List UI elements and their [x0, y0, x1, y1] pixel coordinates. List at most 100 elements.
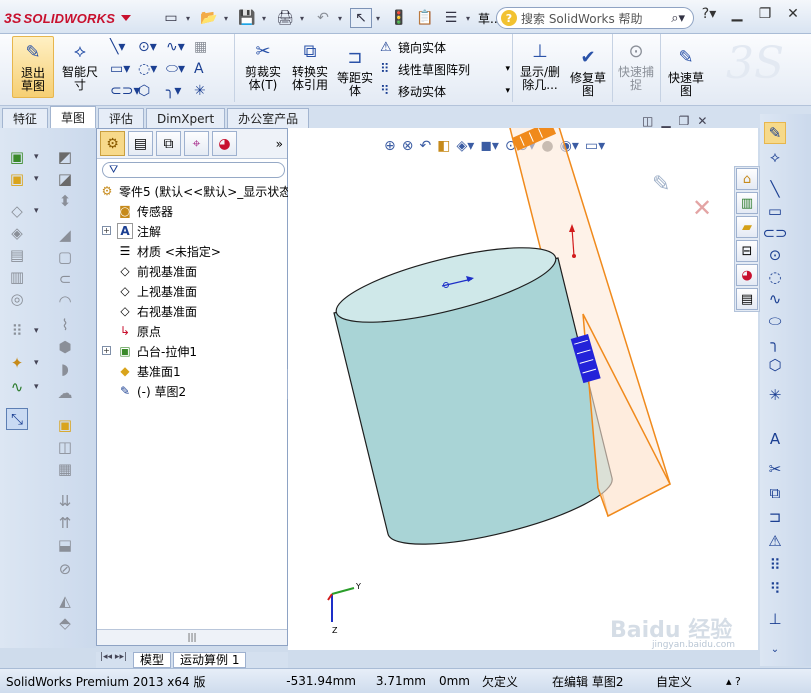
fillet-icon[interactable]: ╮	[764, 332, 786, 354]
expand-toggle-icon[interactable]: +	[102, 346, 111, 355]
print-icon[interactable]: 🖨	[274, 8, 296, 28]
search-icon[interactable]: ⌕▾	[671, 11, 685, 26]
point-icon[interactable]: ✳	[192, 80, 220, 102]
smart-dimension-icon[interactable]: ⟡	[764, 146, 786, 168]
tab-office-products[interactable]: 办公室产品	[227, 108, 310, 128]
wrap-icon[interactable]: ⊂	[54, 268, 76, 290]
tab-sketch[interactable]: 草图	[50, 106, 97, 128]
spline-icon[interactable]: ∿	[764, 288, 786, 310]
smart-dimension-button[interactable]: ⟡ 智能尺寸	[58, 38, 102, 92]
boundary-boss-icon[interactable]: ▤	[6, 244, 28, 266]
deform-icon[interactable]: ⬢	[54, 336, 76, 358]
open-folder-icon[interactable]: 📂	[198, 8, 220, 28]
chevron-down-icon[interactable]: ▾	[505, 64, 510, 74]
file-explorer-icon[interactable]: ▰	[736, 216, 758, 238]
chevron-down-icon[interactable]: ▾	[338, 14, 346, 23]
chevron-down-icon[interactable]: ▾	[505, 86, 510, 96]
intersect-icon[interactable]: ▦	[54, 458, 76, 480]
move-icon[interactable]: ⠻	[764, 578, 786, 600]
minimize-viewport-icon[interactable]: ▁	[661, 114, 670, 128]
tab-motion-study[interactable]: 运动算例 1	[173, 652, 247, 668]
relations-icon[interactable]: ⊥	[764, 608, 786, 630]
expand-panel-icon[interactable]: »	[276, 137, 283, 151]
undo-icon[interactable]: ↶	[312, 8, 334, 28]
replace-face-icon[interactable]: ⬓	[54, 534, 76, 556]
circle-icon[interactable]: ⊙▾	[136, 36, 164, 58]
tab-evaluate[interactable]: 评估	[98, 108, 145, 128]
mold-tools-icon[interactable]: ◭	[54, 590, 76, 612]
expand-toggle-icon[interactable]: +	[102, 226, 111, 235]
trim-icon[interactable]: ✂	[764, 458, 786, 480]
no-entry-icon[interactable]: ⊘	[54, 558, 76, 580]
polygon-icon[interactable]: ⬡	[764, 354, 786, 376]
split-icon[interactable]: ▣	[54, 414, 76, 436]
appearances-icon[interactable]: ◕	[736, 264, 758, 286]
freeform-icon[interactable]: ☁	[54, 382, 76, 404]
ellipse-icon[interactable]: ⬭	[764, 310, 786, 332]
tab-features[interactable]: 特征	[2, 108, 49, 128]
polygon-icon[interactable]: ⬡	[136, 80, 164, 102]
combine-icon[interactable]: ◫	[54, 436, 76, 458]
instant3d-icon[interactable]: ⤡	[6, 408, 28, 430]
shell-icon[interactable]: ▢	[54, 246, 76, 268]
tab-scroll-arrows[interactable]: |◂◂ ▸▸|	[96, 652, 131, 668]
rib-icon[interactable]: ⬍	[54, 190, 76, 212]
text-icon[interactable]: A	[764, 428, 786, 450]
chevron-down-icon[interactable]: ▾	[224, 14, 232, 23]
display-delete-relations-button[interactable]: ⊥ 显示/删除几...	[516, 38, 564, 92]
point-icon[interactable]: ✳	[764, 384, 786, 406]
quick-snaps-button[interactable]: ⊙ 快速捕捉	[614, 38, 658, 92]
tree-item-sketch2[interactable]: ✎ (-) 草图2	[117, 381, 186, 401]
rapid-sketch-button[interactable]: ✎ 快速草图	[664, 44, 708, 98]
offset-entities-button[interactable]: ⊐ 等距实体	[336, 44, 374, 98]
new-document-icon[interactable]: ▭	[160, 8, 182, 28]
move-face-icon[interactable]: ⇊	[54, 490, 76, 512]
select-pointer-icon[interactable]: ↖	[350, 8, 372, 28]
property-manager-tab-icon[interactable]: ▤	[128, 131, 153, 156]
tab-dimxpert[interactable]: DimXpert	[146, 108, 226, 128]
tree-filter-input[interactable]: ⛛	[102, 162, 285, 178]
tree-root-part[interactable]: ⚙ 零件5 (默认<<默认>_显示状态	[99, 181, 292, 201]
circle-icon[interactable]: ⊙	[764, 244, 786, 266]
close-icon[interactable]: ✕	[784, 6, 802, 22]
hole-wizard-icon[interactable]: ◎	[6, 288, 28, 310]
draft-icon[interactable]: ◢	[54, 224, 76, 246]
line-icon[interactable]: ╲	[764, 178, 786, 200]
lofted-boss-icon[interactable]: ◈	[6, 222, 28, 244]
tree-item-sensors[interactable]: ◙ 传感器	[117, 201, 173, 221]
tree-item-front-plane[interactable]: ◇ 前视基准面	[117, 261, 197, 281]
save-icon[interactable]: 💾	[236, 8, 258, 28]
slot-icon[interactable]: ⊂⊃▾	[108, 80, 141, 102]
horizontal-scrollbar[interactable]: |||	[97, 629, 287, 645]
grid-icon[interactable]: ▦	[192, 36, 220, 58]
weldment-icon[interactable]: ⬘	[54, 612, 76, 634]
graphics-area[interactable]: ◫ ▁ ❐ ✕ ⊕ ⊗ ↶ ◧ ◈▾ ◼▾ ⊙⊙▾ ● ◉▾ ▭▾ ✎ ✕	[288, 114, 758, 650]
options-icon[interactable]: ☰	[440, 8, 462, 28]
tile-horizontal-icon[interactable]: ◫	[642, 114, 653, 128]
sketch-icon[interactable]: ✎	[764, 122, 786, 144]
linear-pattern-icon[interactable]: ⠿	[764, 554, 786, 576]
status-units[interactable]: 自定义	[650, 673, 720, 690]
mirror-entities-button[interactable]: ⚠ 镜向实体	[380, 36, 510, 58]
convert-icon[interactable]: ⧉	[764, 482, 786, 504]
fillet-icon[interactable]: ╮▾	[164, 80, 192, 102]
reference-geometry-icon[interactable]: ✦	[6, 352, 39, 374]
spline-icon[interactable]: ∿▾	[164, 36, 192, 58]
chevron-down-icon[interactable]: ▾	[186, 14, 194, 23]
help-search-box[interactable]: ? 搜索 SolidWorks 帮助 ⌕▾	[496, 7, 694, 29]
rectangle-icon[interactable]: ▭	[764, 200, 786, 222]
chevron-down-icon[interactable]: ▾	[262, 14, 270, 23]
tree-item-material[interactable]: ☰ 材质 <未指定>	[117, 241, 221, 261]
revolved-boss-icon[interactable]: ▣	[6, 168, 39, 190]
custom-properties-icon[interactable]: ▤	[736, 288, 758, 310]
tree-item-annotations[interactable]: A 注解	[117, 221, 161, 241]
tree-item-origin[interactable]: ↳ 原点	[117, 321, 161, 341]
tree-item-right-plane[interactable]: ◇ 右视基准面	[117, 301, 197, 321]
text-icon[interactable]: A	[192, 58, 220, 80]
repair-sketch-button[interactable]: ✔ 修复草图	[568, 44, 608, 98]
minimize-icon[interactable]: ▁	[728, 6, 746, 22]
convert-entities-button[interactable]: ⧉ 转换实体引用	[288, 38, 332, 92]
slot-icon[interactable]: ⊂⊃	[762, 222, 787, 244]
tab-model[interactable]: 模型	[133, 652, 172, 668]
search-input[interactable]: 搜索 SolidWorks 帮助	[521, 10, 643, 27]
